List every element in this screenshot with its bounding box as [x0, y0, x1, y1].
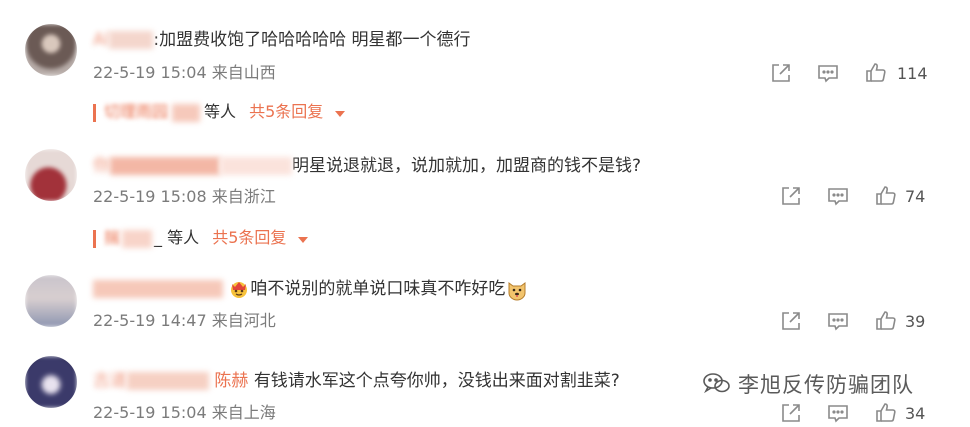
- comment-icon[interactable]: [816, 61, 840, 85]
- reply-suffix: 等人: [204, 102, 237, 121]
- action-bar: 34: [779, 401, 959, 427]
- avatar[interactable]: [25, 24, 77, 76]
- comment-text-line: 咱不说别的就单说口味真不咋好吃: [93, 278, 527, 301]
- comment-icon[interactable]: [826, 309, 850, 333]
- crown-face-emoji: [228, 278, 250, 300]
- share-icon[interactable]: [779, 309, 803, 333]
- comment-text: 明星说退就退，说加就加，加盟商的钱不是钱?: [292, 156, 642, 176]
- like-count: 34: [905, 404, 926, 423]
- comment-text: :加盟费收饱了哈哈哈哈哈 明星都一个德行: [153, 30, 471, 50]
- watermark: 李旭反传防骗团队: [702, 369, 914, 402]
- comment-meta: 22-5-19 15:04 来自山西: [93, 63, 276, 82]
- redacted-name: [93, 280, 223, 298]
- dog-face-emoji: [505, 278, 527, 301]
- username[interactable]: 你: [93, 156, 110, 176]
- reply-total[interactable]: 共5条回复: [249, 102, 323, 121]
- comment-meta: 22-5-19 14:47 来自河北: [93, 311, 276, 330]
- reply-total[interactable]: 共5条回复: [212, 228, 286, 247]
- comment-icon[interactable]: [826, 184, 850, 208]
- watermark-text: 李旭反传防骗团队: [738, 373, 914, 397]
- avatar[interactable]: [25, 275, 77, 327]
- reply-user[interactable]: 揣: [104, 228, 120, 247]
- comment-icon[interactable]: [826, 401, 850, 425]
- reply-summary[interactable]: 切理雨园 等人 共5条回复: [93, 101, 346, 124]
- share-icon[interactable]: [779, 401, 803, 425]
- like-icon[interactable]: [874, 401, 898, 425]
- avatar[interactable]: [25, 356, 77, 408]
- comment-meta: 22-5-19 15:08 来自浙江: [93, 187, 276, 206]
- mention-link[interactable]: 陈赫: [214, 371, 248, 391]
- comment-text: 咱不说别的就单说口味真不咋好吃: [250, 279, 506, 299]
- action-bar: 39: [779, 309, 959, 335]
- chevron-down-icon[interactable]: [334, 102, 346, 124]
- redacted-name: [172, 103, 201, 122]
- reply-summary[interactable]: 揣 _ 等人 共5条回复: [93, 227, 309, 250]
- action-bar: 74: [779, 184, 959, 210]
- comment-text-line: 古道 陈赫 有钱请水军这个点夸你帅，没钱出来面对割韭菜?: [93, 370, 620, 392]
- like-icon[interactable]: [864, 61, 888, 85]
- username[interactable]: Al: [93, 30, 109, 50]
- share-icon[interactable]: [769, 61, 793, 85]
- avatar[interactable]: [25, 149, 77, 201]
- share-icon[interactable]: [779, 184, 803, 208]
- like-count: 39: [905, 312, 926, 331]
- like-icon[interactable]: [874, 309, 898, 333]
- redacted-name: [109, 31, 154, 49]
- comment-text-line: Al :加盟费收饱了哈哈哈哈哈 明星都一个德行: [93, 29, 471, 51]
- redacted-name: [110, 157, 220, 175]
- comment-meta: 22-5-19 15:04 来自上海: [93, 403, 276, 422]
- reply-suffix: _ 等人: [154, 228, 200, 247]
- like-icon[interactable]: [874, 184, 898, 208]
- reply-indicator: [93, 103, 96, 122]
- comment-text: 有钱请水军这个点夸你帅，没钱出来面对割韭菜?: [253, 371, 620, 391]
- comment-text-line: 你 明星说退就退，说加就加，加盟商的钱不是钱?: [93, 155, 641, 177]
- like-count: 114: [897, 64, 928, 83]
- action-bar: 114: [769, 61, 949, 87]
- reply-user[interactable]: 切理雨园: [104, 102, 168, 121]
- like-count: 74: [905, 187, 926, 206]
- chevron-down-icon[interactable]: [297, 228, 309, 250]
- username[interactable]: 古道: [93, 371, 127, 391]
- wechat-official-icon: [702, 371, 732, 402]
- reply-indicator: [93, 229, 96, 248]
- redacted-name: [122, 229, 153, 248]
- redacted-name: [127, 372, 209, 390]
- redacted-name: [220, 157, 292, 175]
